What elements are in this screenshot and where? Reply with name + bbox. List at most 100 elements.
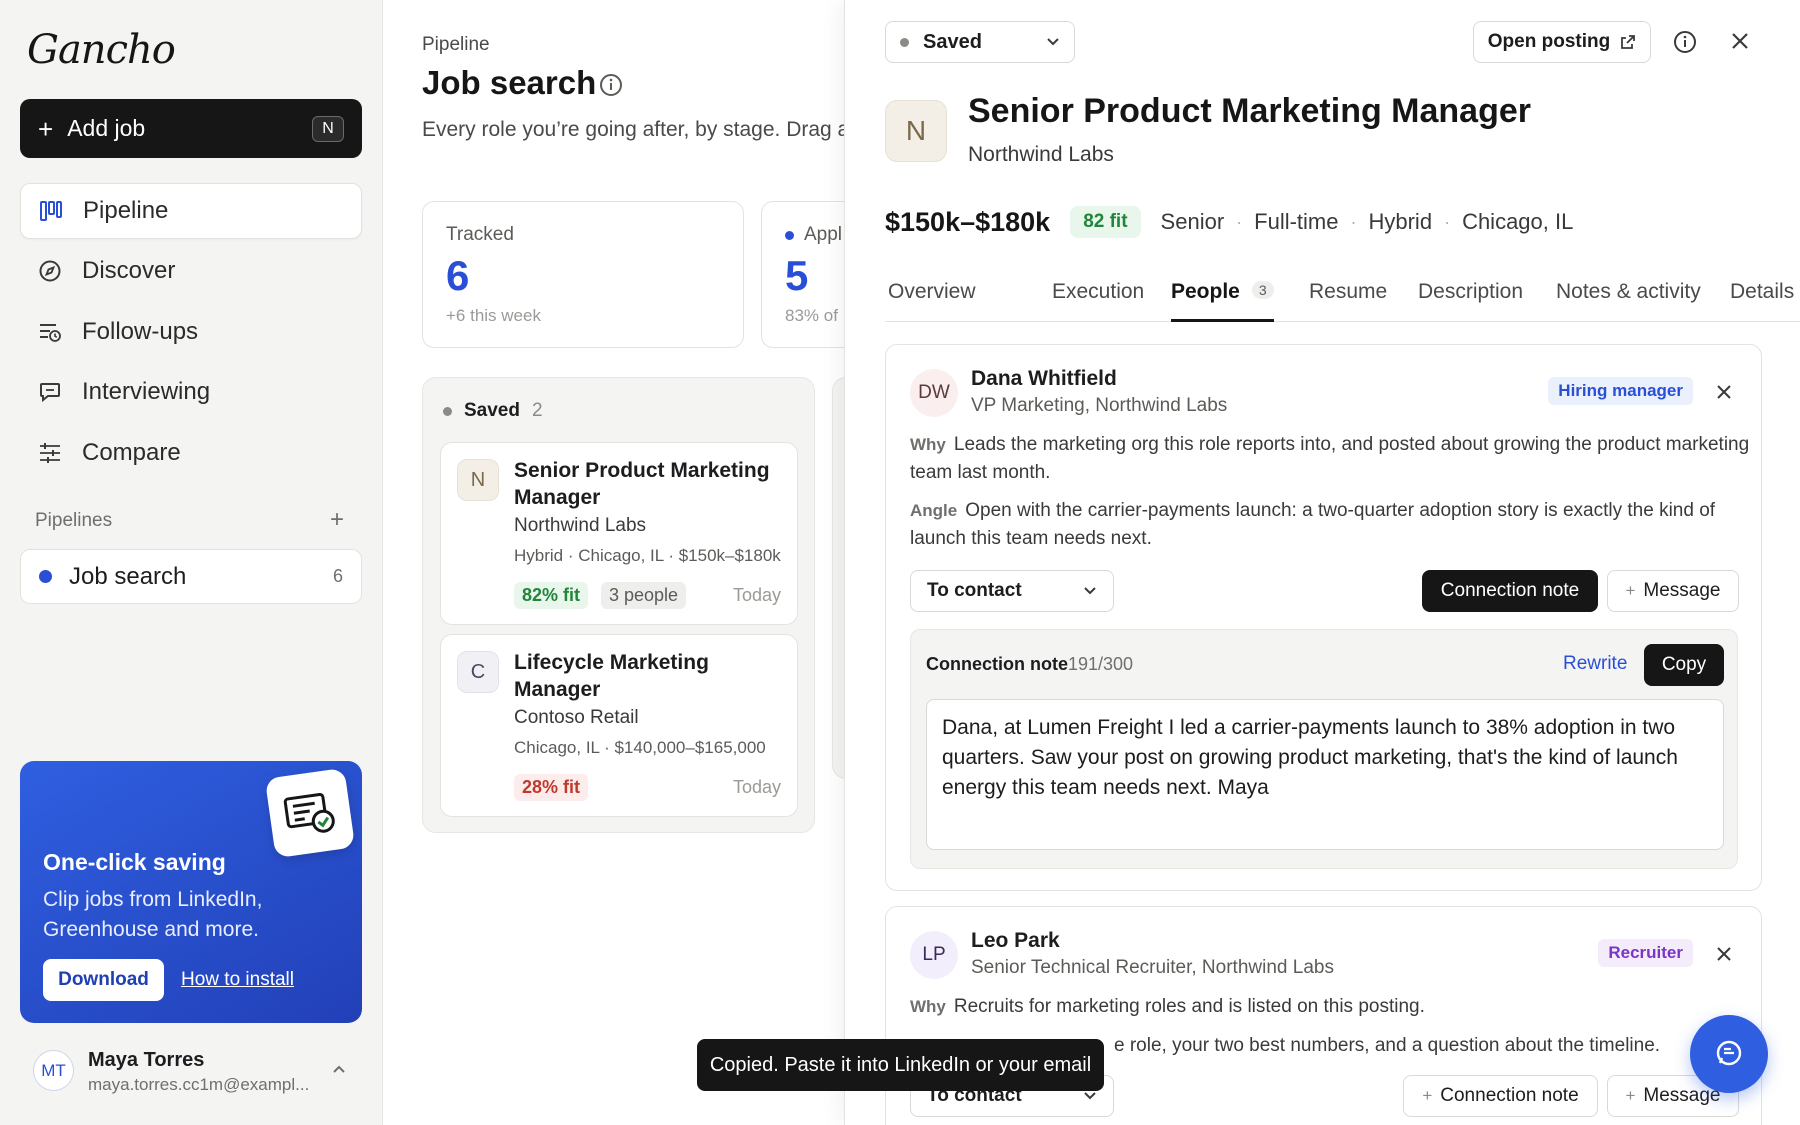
- external-link-icon: [1620, 34, 1636, 50]
- note-char-count: 191/300: [1068, 654, 1134, 674]
- nav-item-interviewing[interactable]: Interviewing: [20, 364, 362, 420]
- status-value: Saved: [923, 30, 982, 53]
- how-to-install-link[interactable]: How to install: [181, 969, 294, 991]
- download-button[interactable]: Download: [43, 959, 164, 1001]
- job-card[interactable]: C Lifecycle Marketing Manager Contoso Re…: [440, 634, 798, 817]
- pipeline-item-job-search[interactable]: Job search 6: [20, 549, 362, 604]
- toast-notification: Copied. Paste it into LinkedIn or your e…: [697, 1039, 1104, 1091]
- job-card[interactable]: N Senior Product Marketing Manager North…: [440, 442, 798, 625]
- job-card-meta: Chicago, IL · $140,000–$165,000: [514, 738, 766, 757]
- pipelines-heading: Pipelines: [35, 510, 113, 531]
- stat-sub: +6 this week: [446, 306, 541, 325]
- contact-status-dropdown[interactable]: To contact: [910, 570, 1114, 612]
- job-type: Full-time: [1254, 209, 1339, 234]
- nav-label: Pipeline: [83, 197, 169, 224]
- message-button[interactable]: + Message: [1607, 570, 1739, 612]
- why-label: Why: [910, 435, 946, 454]
- sliders-icon: [38, 441, 62, 465]
- user-email: maya.torres.cc1m@exampl...: [88, 1075, 310, 1094]
- why-label: Why: [910, 997, 946, 1016]
- people-badge: 3 people: [601, 582, 687, 609]
- connection-note-button[interactable]: Connection note: [1422, 570, 1598, 612]
- app-logo[interactable]: Gancho: [27, 27, 176, 73]
- rewrite-button[interactable]: Rewrite: [1563, 653, 1627, 675]
- column-count: 2: [531, 400, 543, 421]
- job-mode: Hybrid: [1368, 209, 1433, 234]
- open-posting-label: Open posting: [1487, 31, 1611, 52]
- job-card-date: Today: [732, 585, 781, 605]
- why-text: Why Recruits for marketing roles and is l…: [910, 993, 1750, 1021]
- open-posting-button[interactable]: Open posting: [1473, 21, 1651, 63]
- close-icon[interactable]: [1715, 383, 1733, 401]
- person-title: VP Marketing, Northwind Labs: [971, 395, 1228, 416]
- shortcut-badge: N: [312, 115, 344, 142]
- close-icon[interactable]: [1729, 30, 1751, 52]
- pipeline-count: 6: [332, 566, 343, 586]
- contact-status-value: To contact: [927, 580, 1022, 601]
- plus-icon: +: [1625, 581, 1636, 600]
- nav-label: Interviewing: [82, 378, 211, 405]
- person-title: Senior Technical Recruiter, Northwind La…: [971, 957, 1334, 978]
- chevron-up-icon[interactable]: [332, 1064, 346, 1074]
- plus-icon: +: [38, 113, 54, 144]
- person-name[interactable]: Dana Whitfield: [971, 367, 1117, 391]
- person-card: LP Leo Park Senior Technical Recruiter, …: [885, 906, 1762, 1125]
- plus-icon: +: [1625, 1086, 1636, 1105]
- separator: ·: [1350, 211, 1357, 232]
- note-label: Connection note: [926, 654, 1068, 674]
- add-pipeline-icon[interactable]: +: [330, 506, 344, 534]
- angle-text: e role, your two best numbers, and a que…: [1114, 1035, 1661, 1056]
- company-logo: N: [885, 100, 947, 162]
- connection-note-label: Connection note: [1440, 1085, 1579, 1106]
- avatar[interactable]: MT: [33, 1050, 74, 1091]
- close-icon[interactable]: [1715, 945, 1733, 963]
- why-value: Recruits for marketing roles and is list…: [953, 996, 1425, 1017]
- add-job-label: Add job: [67, 115, 146, 141]
- tab-description[interactable]: Description: [1418, 280, 1523, 322]
- chat-icon: [1714, 1039, 1744, 1069]
- nav-item-pipeline[interactable]: Pipeline: [20, 183, 362, 239]
- separator: ·: [1444, 211, 1451, 232]
- plus-icon: +: [1422, 1086, 1433, 1105]
- tab-overview[interactable]: Overview: [888, 280, 976, 322]
- board-icon: [39, 199, 63, 223]
- why-text: Why Leads the marketing org this role rep…: [910, 431, 1750, 487]
- tab-people[interactable]: People 3: [1171, 280, 1274, 322]
- info-icon[interactable]: [1673, 30, 1697, 54]
- detail-tabs: Overview Execution People 3 Resume Descri…: [885, 272, 1800, 322]
- nav-item-compare[interactable]: Compare: [20, 425, 362, 481]
- tab-notes-activity[interactable]: Notes & activity: [1556, 280, 1701, 322]
- message-label: Message: [1643, 580, 1721, 601]
- note-textarea[interactable]: Dana, at Lumen Freight I led a carrier-p…: [926, 699, 1724, 850]
- nav-item-follow-ups[interactable]: Follow-ups: [20, 304, 362, 360]
- status-dropdown[interactable]: Saved: [885, 21, 1075, 63]
- connection-note-button[interactable]: + Connection note: [1403, 1075, 1598, 1117]
- breadcrumb[interactable]: Pipeline: [422, 34, 490, 56]
- chat-support-button[interactable]: [1690, 1015, 1768, 1093]
- tab-execution[interactable]: Execution: [1052, 280, 1144, 322]
- status-dot: [785, 231, 794, 240]
- board-column-saved: Saved 2 N Senior Product Marketing Manag…: [422, 377, 815, 833]
- compass-icon: [38, 259, 62, 283]
- nav-item-discover[interactable]: Discover: [20, 243, 362, 299]
- nav-label: Discover: [82, 257, 176, 284]
- pipeline-label: Job search: [69, 562, 187, 590]
- stat-card-tracked: Tracked 6 +6 this week: [422, 201, 744, 348]
- person-name[interactable]: Leo Park: [971, 929, 1060, 953]
- company-logo: N: [457, 459, 499, 501]
- status-dot: [443, 406, 452, 416]
- fit-badge: 82 fit: [1070, 206, 1141, 238]
- person-card: DW Dana Whitfield VP Marketing, Northwin…: [885, 344, 1762, 891]
- connection-note-panel: Connection note 191/300 Rewrite Copy Dan…: [910, 629, 1738, 869]
- job-card-company: Contoso Retail: [514, 707, 639, 728]
- info-icon[interactable]: [599, 73, 623, 97]
- tab-details[interactable]: Details: [1730, 280, 1794, 322]
- add-job-button[interactable]: + Add job N: [20, 99, 362, 158]
- job-meta: $150k–$180k 82 fit Senior · Full-time · …: [885, 206, 1573, 238]
- tab-resume[interactable]: Resume: [1309, 280, 1387, 322]
- promo-title: One-click saving: [43, 849, 226, 875]
- copy-button[interactable]: Copy: [1644, 644, 1724, 686]
- user-name: Maya Torres: [88, 1049, 205, 1071]
- pipeline-color-dot: [39, 570, 52, 583]
- job-card-date: Today: [732, 777, 781, 797]
